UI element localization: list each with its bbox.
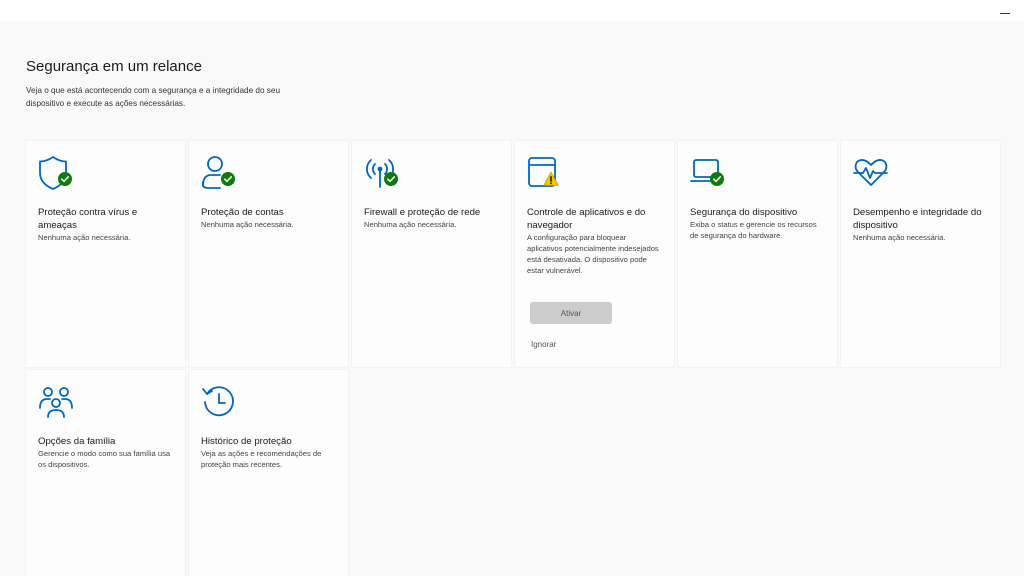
tile-app-browser-control[interactable]: Controle de aplicativos e do navegador A…	[515, 141, 674, 367]
status-ok-icon	[384, 172, 398, 186]
tile-title: Firewall e proteção de rede	[364, 207, 481, 218]
tile-account-protection[interactable]: Proteção de contas Nenhuma ação necessár…	[189, 141, 348, 367]
tile-subtitle: Nenhuma ação necessária.	[364, 220, 457, 229]
tile-title: Proteção de contas	[201, 207, 284, 218]
tile-subtitle: Nenhuma ação necessária.	[38, 233, 131, 242]
tile-family-options[interactable]: Opções da família Gerencie o modo como s…	[26, 370, 185, 576]
tile-virus-protection[interactable]: Proteção contra vírus e ameaças Nenhuma …	[26, 141, 185, 367]
tile-title: Histórico de proteção	[201, 436, 292, 447]
tile-subtitle: Nenhuma ação necessária.	[853, 233, 946, 242]
tile-subtitle: Gerencie o modo como sua família usa os …	[38, 449, 171, 469]
heart-pulse-icon	[853, 159, 888, 186]
tile-subtitle: Exiba o status e gerencie os recursos de…	[690, 220, 817, 240]
tile-subtitle: Veja as ações e recomendações de proteçã…	[201, 449, 322, 469]
tile-title: Controle de aplicativos e do navegador	[527, 207, 646, 231]
tile-protection-history[interactable]: Histórico de proteção Veja as ações e re…	[189, 370, 348, 576]
tile-title: Opções da família	[38, 436, 116, 447]
tile-firewall[interactable]: Firewall e proteção de rede Nenhuma ação…	[352, 141, 511, 367]
tile-subtitle: Nenhuma ação necessária.	[201, 220, 294, 229]
history-icon	[202, 386, 234, 417]
status-ok-icon	[221, 172, 235, 186]
tile-title: Proteção contra vírus e ameaças	[38, 207, 138, 231]
tile-device-performance[interactable]: Desempenho e integridade do dispositivo …	[841, 141, 1000, 367]
family-icon	[39, 387, 73, 418]
warning-icon	[543, 171, 559, 186]
page-description: Veja o que está acontecendo com a segura…	[26, 86, 280, 108]
status-ok-icon	[58, 172, 72, 186]
title-bar	[0, 0, 1024, 22]
tile-title: Segurança do dispositivo	[690, 207, 798, 218]
tile-device-security[interactable]: Segurança do dispositivo Exiba o status …	[678, 141, 837, 367]
dismiss-link[interactable]: Ignorar	[531, 340, 556, 349]
minimize-button[interactable]	[1000, 4, 1010, 14]
tile-subtitle: A configuração para bloquear aplicativos…	[527, 233, 659, 275]
status-ok-icon	[710, 172, 724, 186]
main-content: Segurança em um relance Veja o que está …	[0, 22, 1024, 576]
activate-button[interactable]: Ativar	[530, 302, 612, 324]
page-title: Segurança em um relance	[26, 58, 202, 75]
tile-title: Desempenho e integridade do dispositivo	[853, 207, 982, 231]
